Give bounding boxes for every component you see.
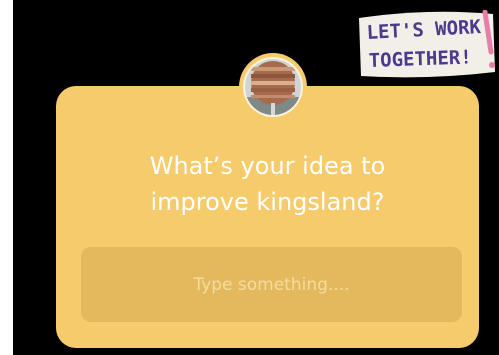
avatar xyxy=(239,53,307,121)
story-frame: LET'S WORK TOGETHER! What’s your idea to… xyxy=(13,0,499,355)
lets-work-together-sticker[interactable]: LET'S WORK TOGETHER! xyxy=(357,10,497,78)
avatar-image xyxy=(243,57,303,117)
question-text: What’s your idea to improve kingsland? xyxy=(149,152,386,216)
question-card: What’s your idea to improve kingsland? xyxy=(56,86,479,348)
answer-input[interactable] xyxy=(81,247,462,322)
sticker-line2: TOGETHER! xyxy=(368,46,472,72)
